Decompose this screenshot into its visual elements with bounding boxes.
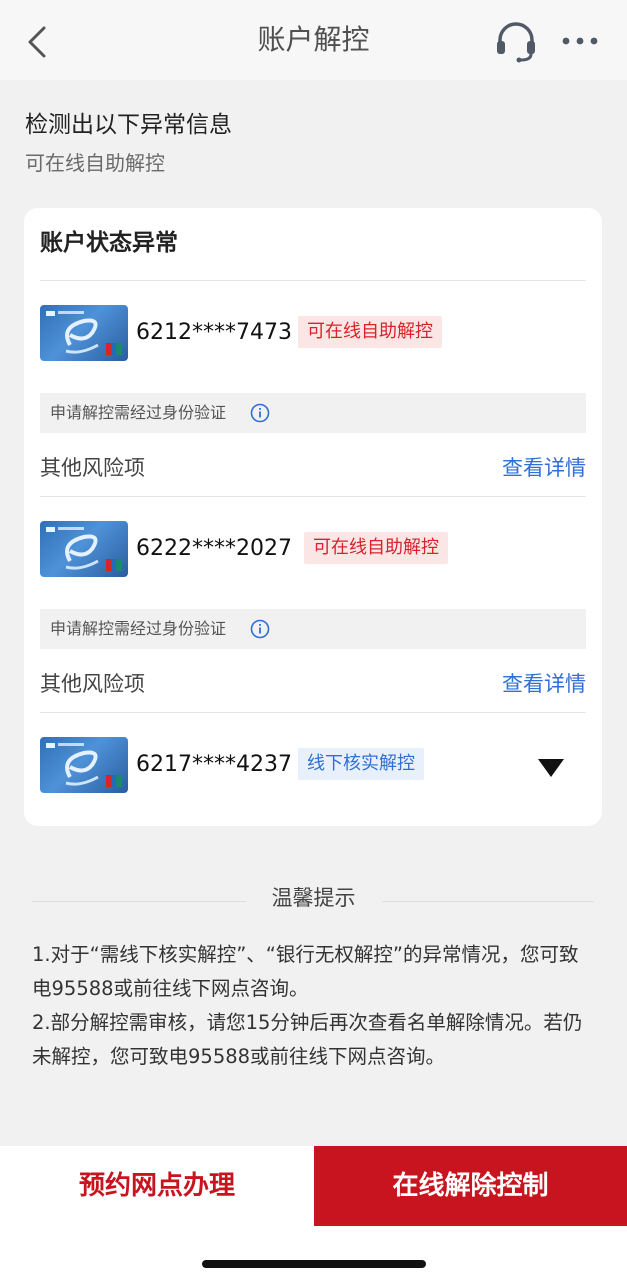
online-release-button[interactable]: 在线解除控制 [314,1146,627,1226]
status-badge: 可在线自助解控 [298,316,442,348]
triangle-down-icon[interactable] [538,759,564,777]
divider [40,496,586,497]
tip-line-1: 1.对于“需线下核实解控”、“银行无权解控”的异常情况，您可致电95588或前往… [32,943,579,1000]
notice-subtitle: 可在线自助解控 [25,151,165,175]
divider [40,280,586,281]
account-number: 6222****2027 [136,536,292,561]
bank-card-image [40,521,128,577]
verify-text: 申请解控需经过身份验证 [50,619,227,638]
top-nav-bar: 账户解控 [0,0,627,80]
info-icon[interactable] [250,619,270,639]
risk-label: 其他风险项 [40,456,145,480]
card-title: 账户状态异常 [40,230,178,256]
view-details-link-2[interactable]: 查看详情 [502,668,586,700]
account-row-2: 6222****2027 可在线自助解控 [40,521,586,581]
headset-icon [497,22,535,63]
verify-notice: 申请解控需经过身份验证 [40,609,586,649]
account-status-card: 账户状态异常 6212****7473 可在线自助解控 申请解控需经过身份验证 [24,208,602,826]
home-indicator[interactable] [202,1260,426,1268]
tip-line-2: 2.部分解控需审核，请您15分钟后再次查看名单解除情况。若仍未解控，您可致电95… [32,1011,583,1068]
home-indicator-area [0,1226,627,1280]
more-dots-icon [562,37,598,45]
account-unlock-page: 账户解控 检测出以下异常信息 可在线自助解控 账户状态异常 6212****74… [0,0,627,1280]
risk-label: 其他风险项 [40,672,145,696]
tips-title: 温馨提示 [271,886,356,910]
divider [40,712,586,713]
account-row-3[interactable]: 6217****4237 线下核实解控 [40,737,586,797]
status-badge: 线下核实解控 [298,748,424,780]
verify-notice: 申请解控需经过身份验证 [40,393,586,433]
view-details-link-1[interactable]: 查看详情 [502,452,586,484]
status-badge: 可在线自助解控 [304,532,448,564]
appointment-button[interactable]: 预约网点办理 [0,1146,314,1226]
info-icon[interactable] [250,403,270,423]
notice-title: 检测出以下异常信息 [25,112,232,138]
more-button[interactable] [560,26,600,56]
customer-service-button[interactable] [494,20,538,64]
verify-text: 申请解控需经过身份验证 [50,403,227,422]
tips-body: 1.对于“需线下核实解控”、“银行无权解控”的异常情况，您可致电95588或前往… [32,938,594,1074]
account-row-1: 6212****7473 可在线自助解控 [40,305,586,365]
bank-card-image [40,305,128,361]
account-number: 6217****4237 [136,752,292,777]
account-number: 6212****7473 [136,320,292,345]
bank-card-image [40,737,128,793]
